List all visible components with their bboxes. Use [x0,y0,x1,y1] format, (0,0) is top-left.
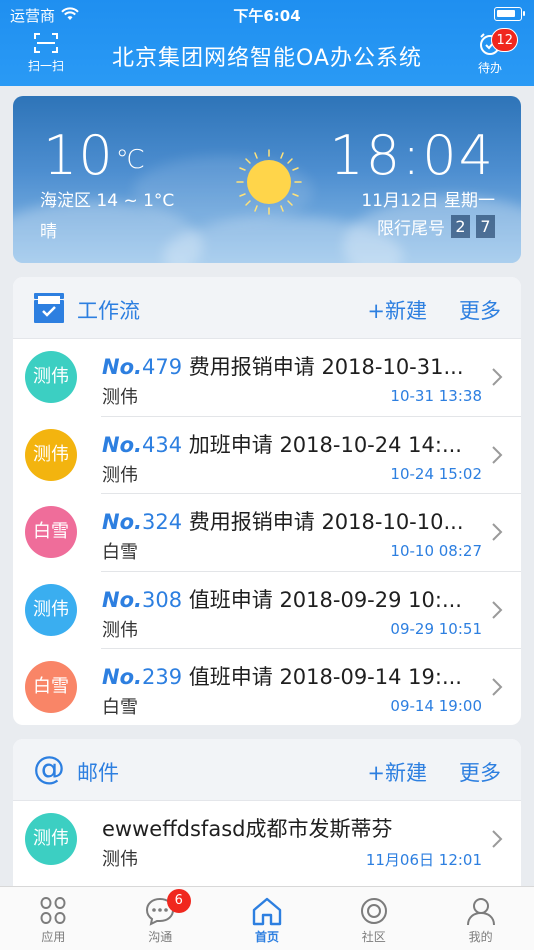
temperature-unit: ℃ [115,145,146,175]
workflow-new-button[interactable]: +新建 [367,295,427,325]
app-title: 北京集团网络智能OA办公系统 [112,46,422,71]
temperature-value: 10 [43,124,114,187]
tab-label: 沟通 [148,930,173,944]
workflow-item[interactable]: 白雪 No.324 费用报销申请 2018-10-10... 白雪 10-10 … [13,494,521,572]
item-no-prefix: No. [102,510,142,534]
sun-icon [233,146,305,222]
item-no-prefix: No. [102,587,142,612]
battery-icon [494,7,525,21]
tab-apps[interactable]: 应用 [0,887,107,950]
plate-restriction: 限行尾号 2 7 [377,214,495,239]
mail-card: @ 邮件 +新建 更多 测伟 ewweffdsfasd成都市发斯蒂芬 测伟 11… [13,739,521,899]
item-sender: 测伟 [102,464,138,486]
chevron-right-icon [492,445,503,464]
avatar: 白雪 [25,506,77,558]
tab-profile[interactable]: 我的 [427,887,534,950]
item-title: 费用报销申请 2018-10-10... [188,510,464,534]
status-bar: 运营商 下午6:04 [0,0,534,28]
chat-count-badge: 6 [166,889,191,913]
chevron-right-icon [492,678,503,696]
mail-title: 邮件 [77,761,119,785]
plate-number: 2 [451,215,470,238]
item-time: 10-31 13:38 [390,387,482,405]
plate-number: 7 [476,215,495,238]
tab-home[interactable]: 首页 [214,887,321,950]
plate-label: 限行尾号 [377,219,445,239]
mail-item[interactable]: 测伟 ewweffdsfasd成都市发斯蒂芬 测伟 11月06日 12:01 [13,801,521,879]
mail-sender: 测伟 [102,849,138,870]
community-icon [360,898,387,924]
tab-label: 我的 [468,930,493,944]
chevron-right-icon [492,368,503,386]
avatar: 测伟 [25,583,77,636]
workflow-item[interactable]: 测伟 No.308 值班申请 2018-09-29 10:... 测伟 09-2… [13,572,521,649]
avatar: 测伟 [25,813,77,865]
item-no-prefix: No. [102,355,142,379]
at-sign-icon: @ [33,749,65,787]
avatar: 测伟 [25,428,77,481]
home-icon [252,897,282,926]
tab-bar: 应用 沟通 6 首页 社区 我的 [0,886,534,950]
workflow-card: 工作流 +新建 更多 测伟 No.479 费用报销申请 2018-10-31..… [13,277,521,725]
item-title: 值班申请 2018-09-14 19:... [188,665,462,689]
mail-more-button[interactable]: 更多 [459,757,501,787]
tab-label: 首页 [254,930,279,944]
item-time: 09-29 10:51 [390,619,482,638]
todo-label: 待办 [477,61,502,75]
chevron-right-icon [492,830,503,848]
mail-subject: ewweffdsfasd成都市发斯蒂芬 [102,817,393,841]
temperature: 10℃ [43,124,146,187]
item-title: 费用报销申请 2018-10-31... [188,355,464,379]
item-no-prefix: No. [102,432,142,457]
workflow-item[interactable]: 测伟 No.434 加班申请 2018-10-24 14:... 测伟 10-2… [13,417,521,494]
status-time: 下午6:04 [233,7,301,25]
item-number: 308 [141,587,183,612]
item-sender: 测伟 [102,387,138,408]
item-sender: 白雪 [102,542,138,563]
app-header: 运营商 下午6:04 扫一扫 北京集团网络智能OA办公系统 待办 12 [0,0,534,86]
chevron-right-icon [492,523,503,541]
weather-card: 10℃ 海淀区 14 ~ 1°C 晴 18:04 11月12日 星期一 限行尾号… [13,96,521,263]
chevron-right-icon [492,600,503,619]
item-sender: 白雪 [102,697,138,718]
todo-button[interactable]: 待办 12 [468,28,518,76]
workflow-item[interactable]: 测伟 No.479 费用报销申请 2018-10-31... 测伟 10-31 … [13,339,521,417]
workflow-header: 工作流 +新建 更多 [13,277,521,339]
item-number: 434 [141,432,183,457]
todo-count-badge: 12 [491,28,518,52]
item-number: 324 [141,510,183,534]
item-time: 10-10 08:27 [390,542,482,560]
weather-clock: 18:04 [329,124,495,187]
item-number: 479 [141,355,183,379]
item-number: 239 [141,665,183,689]
avatar: 测伟 [25,351,77,403]
workflow-item[interactable]: 白雪 No.239 值班申请 2018-09-14 19:... 白雪 09-1… [13,649,521,725]
item-sender: 测伟 [102,619,138,641]
workflow-more-button[interactable]: 更多 [459,295,501,325]
mail-time: 11月06日 12:01 [365,851,482,869]
workflow-title: 工作流 [77,299,140,323]
item-no-prefix: No. [102,665,142,689]
item-time: 09-14 19:00 [390,697,482,715]
weather-date: 11月12日 星期一 [361,191,495,211]
item-title: 值班申请 2018-09-29 10:... [188,587,462,612]
mail-header: @ 邮件 +新建 更多 [13,739,521,801]
inbox-icon [33,292,65,328]
profile-icon [466,898,495,926]
avatar: 白雪 [25,661,77,713]
item-time: 10-24 15:02 [390,464,482,483]
mail-new-button[interactable]: +新建 [367,757,427,787]
tab-label: 社区 [361,930,386,944]
tab-community[interactable]: 社区 [320,887,427,950]
apps-icon [40,896,66,925]
tab-chat[interactable]: 沟通 6 [107,887,214,950]
location-temp-range: 海淀区 14 ~ 1°C [40,191,175,211]
item-title: 加班申请 2018-10-24 14:... [188,432,462,457]
weather-condition: 晴 [40,222,57,242]
tab-label: 应用 [41,930,66,944]
